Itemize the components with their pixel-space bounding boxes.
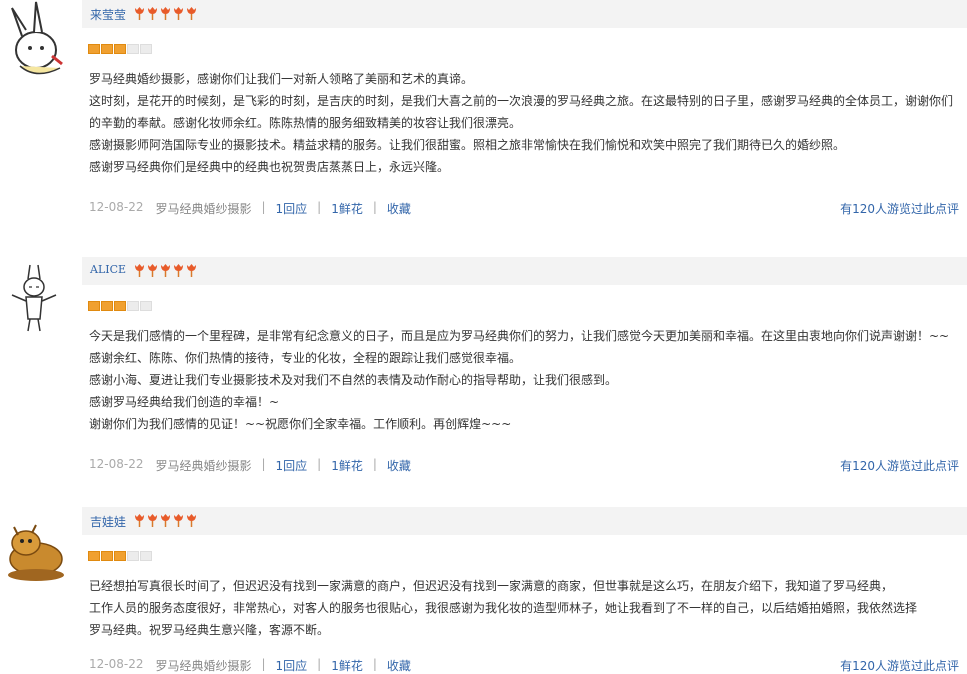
separator: | [372, 657, 377, 671]
flower-icon [147, 264, 158, 277]
separator: | [317, 457, 322, 471]
review-meta: 12-08-22 罗马经典婚纱摄影 | 1回应 | 1鲜花 | 收藏 [89, 657, 411, 674]
flower-icon [186, 264, 197, 277]
shop-link[interactable]: 罗马经典婚纱摄影 [155, 657, 251, 674]
star-icon [114, 44, 126, 54]
star-icon [88, 551, 100, 561]
star-icon [114, 301, 126, 311]
star-icon [140, 44, 152, 54]
review-header: 吉娃娃 [82, 507, 967, 535]
review-line: 工作人员的服务态度很好，非常热心，对客人的服务也很贴心，我很感谢为我化妆的造型师… [89, 601, 918, 615]
reply-link[interactable]: 1回应 [276, 457, 308, 474]
review-line: 这时刻，是花开的时候刻，是飞彩的时刻，是吉庆的时刻，是我们大喜之前的一次浪漫的罗… [89, 94, 954, 108]
favorite-link[interactable]: 收藏 [387, 457, 411, 474]
review-line: 今天是我们感情的一个里程碑，是非常有纪念意义的日子，而且是应为罗马经典你们的努力… [89, 329, 950, 343]
review-date: 12-08-22 [89, 200, 144, 214]
avatar[interactable] [0, 0, 80, 80]
flower-badges [134, 514, 197, 527]
star-icon [127, 44, 139, 54]
star-icon [101, 301, 113, 311]
star-rating [88, 301, 152, 311]
review-line: 罗马经典。祝罗马经典生意兴隆，客源不断。 [89, 623, 330, 637]
flower-icon [147, 7, 158, 20]
avatar[interactable] [0, 257, 80, 337]
avatar[interactable] [0, 507, 80, 587]
separator: | [317, 200, 322, 214]
review-meta: 12-08-22 罗马经典婚纱摄影 | 1回应 | 1鲜花 | 收藏 [89, 457, 411, 474]
review-date: 12-08-22 [89, 457, 144, 471]
separator: | [372, 200, 377, 214]
flower-link[interactable]: 1鲜花 [331, 657, 363, 674]
flower-icon [160, 7, 171, 20]
reply-link[interactable]: 1回应 [276, 200, 308, 217]
review-item: ALICE 今天是我们感情的一个里程碑，是非常有纪念意义的日子，而且是应为罗马经… [0, 257, 967, 497]
star-icon [140, 301, 152, 311]
review-line: 已经想拍写真很长时间了，但迟迟没有找到一家满意的商户，但迟迟没有找到一家满意的商… [89, 579, 894, 593]
review-date: 12-08-22 [89, 657, 144, 671]
review-item: 来莹莹 罗马经典婚纱摄影，感谢你们让我们一对新人领略了美丽和艺术的真谛。 这时刻… [0, 0, 967, 250]
star-icon [88, 301, 100, 311]
review-line: 的辛勤的奉献。感谢化妆师余红。陈陈热情的服务细致精美的妆容让我们很漂亮。 [89, 116, 522, 130]
review-line: 感谢摄影师阿浩国际专业的摄影技术。精益求精的服务。让我们很甜蜜。照相之旅非常愉快… [89, 138, 846, 152]
flower-icon [147, 514, 158, 527]
review-line: 感谢小海、夏进让我们专业摄影技术及对我们不自然的表情及动作耐心的指导帮助，让我们… [89, 373, 618, 387]
flower-icon [134, 264, 145, 277]
separator: | [372, 457, 377, 471]
flower-link[interactable]: 1鲜花 [331, 200, 363, 217]
favorite-link[interactable]: 收藏 [387, 657, 411, 674]
flower-icon [173, 264, 184, 277]
flower-icon [186, 514, 197, 527]
flower-icon [173, 514, 184, 527]
review-line: 谢谢你们为我们感情的见证！~~祝愿你们全家幸福。工作顺利。再创辉煌~~~ [89, 417, 512, 431]
reviewer-name[interactable]: ALICE [90, 263, 126, 276]
review-item: 吉娃娃 已经想拍写真很长时间了，但迟迟没有找到一家满意的商户，但迟迟没有找到一家… [0, 507, 967, 674]
shop-link[interactable]: 罗马经典婚纱摄影 [155, 457, 251, 474]
flower-badges [134, 264, 197, 277]
review-header: ALICE [82, 257, 967, 285]
separator: | [261, 657, 266, 671]
star-icon [127, 301, 139, 311]
star-rating [88, 551, 152, 561]
flower-icon [173, 7, 184, 20]
review-text: 今天是我们感情的一个里程碑，是非常有纪念意义的日子，而且是应为罗马经典你们的努力… [89, 325, 959, 435]
review-header: 来莹莹 [82, 0, 967, 28]
star-icon [88, 44, 100, 54]
star-icon [140, 551, 152, 561]
flower-link[interactable]: 1鲜花 [331, 457, 363, 474]
star-icon [101, 44, 113, 54]
flower-icon [134, 514, 145, 527]
separator: | [261, 457, 266, 471]
visit-count[interactable]: 有120人游览过此点评 [840, 657, 959, 674]
star-icon [101, 551, 113, 561]
reply-link[interactable]: 1回应 [276, 657, 308, 674]
review-line: 感谢罗马经典你们是经典中的经典也祝贺贵店蒸蒸日上，永远兴隆。 [89, 160, 450, 174]
reviewer-name[interactable]: 吉娃娃 [90, 513, 126, 530]
review-text: 罗马经典婚纱摄影，感谢你们让我们一对新人领略了美丽和艺术的真谛。 这时刻，是花开… [89, 68, 959, 178]
visit-count[interactable]: 有120人游览过此点评 [840, 457, 959, 474]
flower-icon [160, 264, 171, 277]
review-line: 感谢罗马经典给我们创造的幸福！~ [89, 395, 280, 409]
visit-count[interactable]: 有120人游览过此点评 [840, 200, 959, 217]
flower-badges [134, 7, 197, 20]
review-meta: 12-08-22 罗马经典婚纱摄影 | 1回应 | 1鲜花 | 收藏 [89, 200, 411, 217]
star-rating [88, 44, 152, 54]
review-line: 感谢余红、陈陈、你们热情的接待，专业的化妆，全程的跟踪让我们感觉很幸福。 [89, 351, 522, 365]
flower-icon [186, 7, 197, 20]
flower-icon [134, 7, 145, 20]
reviewer-name[interactable]: 来莹莹 [90, 6, 126, 23]
separator: | [261, 200, 266, 214]
favorite-link[interactable]: 收藏 [387, 200, 411, 217]
flower-icon [160, 514, 171, 527]
shop-link[interactable]: 罗马经典婚纱摄影 [155, 200, 251, 217]
review-line: 罗马经典婚纱摄影，感谢你们让我们一对新人领略了美丽和艺术的真谛。 [89, 72, 474, 86]
review-text: 已经想拍写真很长时间了，但迟迟没有找到一家满意的商户，但迟迟没有找到一家满意的商… [89, 575, 959, 641]
star-icon [114, 551, 126, 561]
separator: | [317, 657, 322, 671]
star-icon [127, 551, 139, 561]
